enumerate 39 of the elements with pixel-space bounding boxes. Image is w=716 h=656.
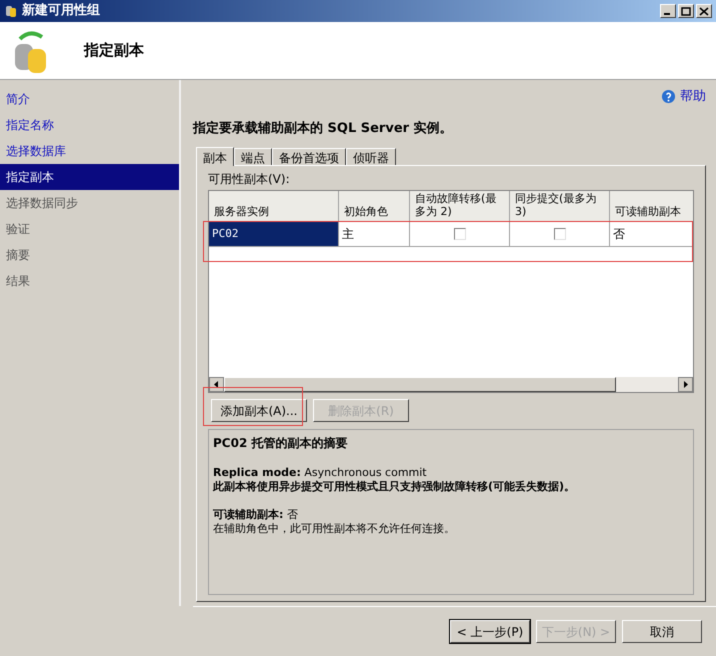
cancel-button[interactable]: 取消 [622, 620, 702, 643]
close-icon[interactable] [696, 4, 712, 18]
minimize-icon[interactable] [660, 4, 676, 18]
tab[interactable]: 副本 [196, 147, 234, 166]
checkbox[interactable] [454, 228, 466, 240]
sidebar-item[interactable]: 简介 [0, 86, 179, 112]
sidebar-item[interactable]: 选择数据库 [0, 138, 179, 164]
summary-line: 可读辅助副本: 否 [213, 508, 299, 522]
column-header[interactable]: 同步提交(最多为 3) [510, 191, 610, 221]
window-title: 新建可用性组 [22, 2, 100, 20]
back-button[interactable]: < 上一步(P) [450, 620, 530, 643]
sidebar-item[interactable]: 指定名称 [0, 112, 179, 138]
instruction-text: 指定要承载辅助副本的 SQL Server 实例。 [193, 120, 454, 138]
column-header[interactable]: 自动故障转移(最多为 2) [410, 191, 510, 221]
table-cell: 主 [339, 222, 410, 246]
add-replica-button[interactable]: 添加副本(A)... [211, 399, 307, 422]
tab[interactable]: 备份首选项 [272, 148, 346, 165]
table-label: 可用性副本(V): [208, 171, 291, 188]
scroll-right-icon[interactable] [683, 381, 688, 388]
help-icon[interactable] [661, 89, 676, 104]
column-header[interactable]: 服务器实例 [209, 191, 339, 221]
horizontal-scrollbar[interactable] [209, 377, 693, 392]
page-heading: 指定副本 [84, 40, 144, 62]
database-icon [4, 4, 18, 18]
tab[interactable]: 侦听器 [346, 148, 396, 165]
summary-title: PC02 托管的副本的摘要 [213, 435, 348, 452]
summary-line: 在辅助角色中，此可用性副本将不允许任何连接。 [213, 522, 456, 536]
summary-line: Replica mode: Asynchronous commit [213, 466, 428, 480]
table-cell[interactable]: PC02 [209, 222, 339, 246]
column-header[interactable]: 初始角色 [339, 191, 410, 221]
maximize-icon[interactable] [678, 4, 694, 18]
summary-line: 此副本将使用异步提交可用性模式且只支持强制故障转移(可能丢失数据)。 [213, 480, 576, 494]
tab[interactable]: 端点 [234, 148, 272, 165]
checkbox[interactable] [554, 228, 566, 240]
table-cell-text: 否 [612, 226, 626, 243]
scroll-left-icon[interactable] [214, 381, 219, 388]
help-link[interactable]: 帮助 [680, 87, 706, 106]
column-header[interactable]: 可读辅助副本 [610, 191, 693, 221]
sidebar-item[interactable]: 指定副本 [0, 164, 179, 190]
